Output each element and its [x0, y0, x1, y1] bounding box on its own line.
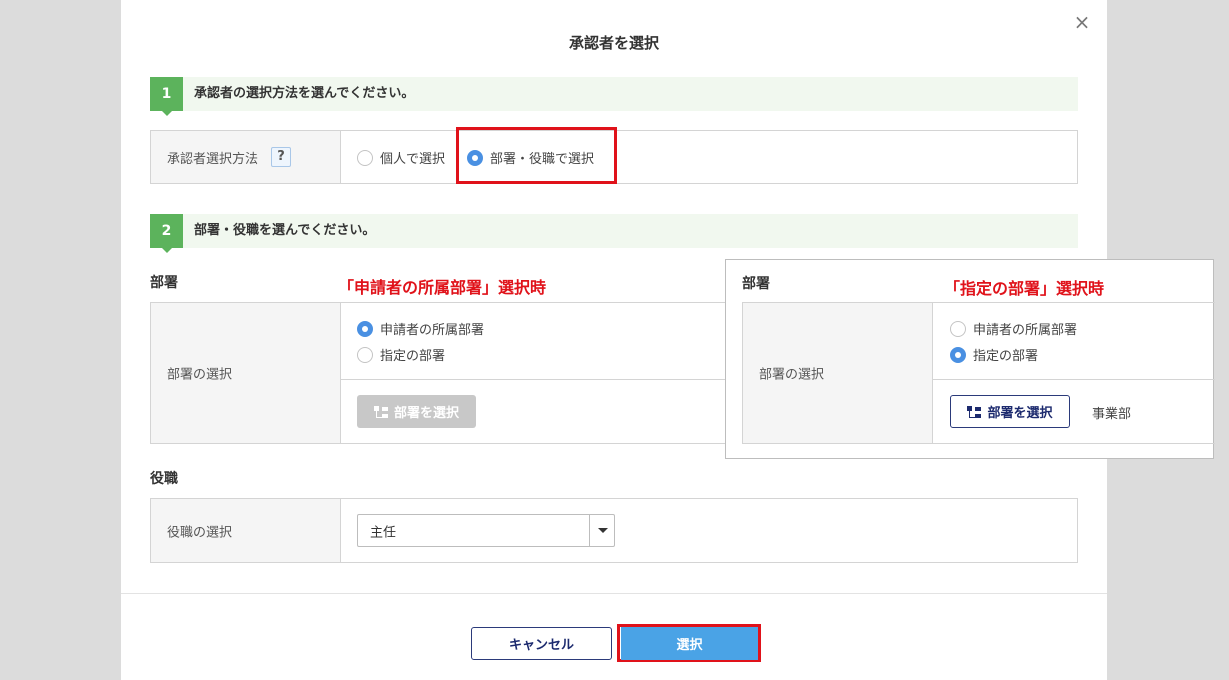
position-select[interactable]: 主任	[357, 514, 615, 547]
radio-icon[interactable]	[357, 149, 373, 166]
method-option-individual-label: 個人で選択	[380, 152, 446, 167]
overlay-option-applicant[interactable]: 申請者の所属部署	[950, 319, 1077, 338]
overlay-row-label-cell: 部署の選択	[743, 303, 933, 443]
position-select-value: 主任	[370, 525, 397, 540]
dept-option-applicant[interactable]: 申請者の所属部署	[357, 319, 484, 338]
dialog-title: 承認者を選択	[568, 34, 659, 52]
method-row-label: 承認者選択方法	[167, 151, 259, 167]
help-icon[interactable]: ?	[271, 147, 292, 167]
dept-option-specified[interactable]: 指定の部署	[357, 345, 445, 364]
step2-number: 2	[150, 214, 183, 253]
overlay-option-specified[interactable]: 指定の部署	[950, 345, 1038, 364]
org-tree-icon	[967, 405, 982, 419]
method-option-individual[interactable]: 個人で選択	[357, 148, 445, 167]
department-note: 「申請者の所属部署」選択時	[338, 278, 547, 297]
select-department-button-disabled[interactable]: 部署を選択	[357, 395, 476, 428]
step2-bar: 2 部署・役職を選んでください。	[150, 214, 1078, 253]
radio-selected-icon[interactable]	[950, 346, 966, 363]
step1-text: 承認者の選択方法を選んでください。	[194, 86, 415, 101]
radio-icon[interactable]	[357, 346, 373, 363]
org-tree-icon	[373, 405, 388, 419]
step1-number: 1	[150, 77, 183, 116]
overlay-department-heading: 部署	[742, 276, 770, 292]
radio-selected-icon[interactable]	[357, 320, 373, 337]
overlay-option-specified-label: 指定の部署	[973, 349, 1039, 364]
step1-bar: 1 承認者の選択方法を選んでください。	[150, 77, 1078, 116]
department-row-label-cell: 部署の選択	[151, 303, 341, 443]
radio-icon[interactable]	[950, 320, 966, 337]
highlight-box	[456, 127, 617, 184]
position-row-label: 役職の選択	[167, 525, 233, 540]
department-row-label: 部署の選択	[167, 367, 233, 383]
overlay-row-label: 部署の選択	[759, 367, 825, 383]
close-icon[interactable]: ×	[1072, 12, 1092, 32]
select-button[interactable]: 選択	[621, 627, 758, 660]
chevron-down-icon[interactable]	[589, 515, 614, 546]
dept-option-specified-label: 指定の部署	[380, 349, 446, 364]
overlay-note: 「指定の部署」選択時	[944, 279, 1105, 298]
department-heading: 部署	[150, 275, 178, 291]
position-row-label-cell: 役職の選択	[151, 499, 341, 562]
method-row-label-cell: 承認者選択方法 ?	[151, 131, 341, 183]
select-department-label: 部署を選択	[393, 406, 459, 421]
selected-department-value: 事業部	[1092, 407, 1132, 422]
cancel-button[interactable]: キャンセル	[471, 627, 612, 660]
overlay-option-applicant-label: 申請者の所属部署	[973, 323, 1078, 338]
select-department-button[interactable]: 部署を選択	[950, 395, 1070, 428]
position-heading: 役職	[150, 471, 178, 487]
step2-text: 部署・役職を選んでください。	[194, 223, 376, 238]
footer-divider	[121, 593, 1107, 594]
specified-department-panel: 部署 「指定の部署」選択時 部署の選択 申請者の所属部署 指定の部署 部署を選択…	[725, 259, 1215, 459]
overlay-select-department-label: 部署を選択	[987, 406, 1053, 421]
position-row: 役職の選択 主任	[150, 498, 1078, 563]
dept-option-applicant-label: 申請者の所属部署	[380, 323, 485, 338]
overlay-department-row: 部署の選択 申請者の所属部署 指定の部署 部署を選択 事業部	[742, 302, 1215, 444]
divider	[933, 379, 1215, 380]
